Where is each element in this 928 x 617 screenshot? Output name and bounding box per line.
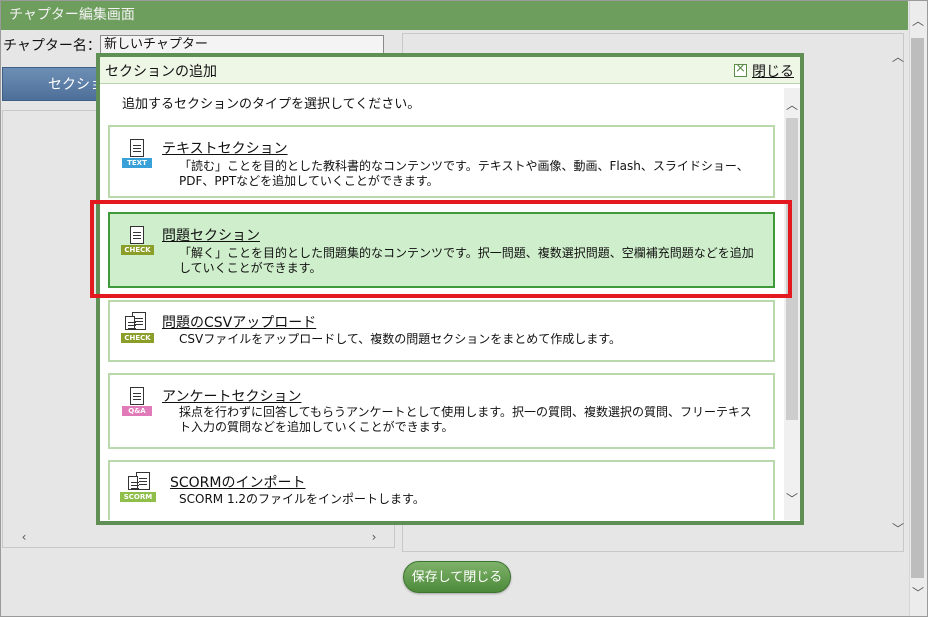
option-text-section[interactable]: TEXT テキストセクション 「読む」ことを目的とした教科書的なコンテンツです。… [108, 125, 775, 198]
option-survey-section[interactable]: Q&A アンケートセクション 採点を行わずに回答してもらうアンケートとして使用し… [108, 373, 775, 449]
main-scroll-down-icon[interactable]: ﹀ [910, 584, 926, 601]
dialog-scroll-down-icon[interactable]: ﹀ [784, 490, 800, 506]
content-scroll-up-icon[interactable]: ︿ [890, 48, 906, 64]
option-title[interactable]: アンケートセクション [162, 386, 301, 406]
option-description: 採点を行わずに回答してもらうアンケートとして使用します。択一の質問、複数選択の質… [179, 405, 752, 434]
option-title[interactable]: テキストセクション [162, 138, 288, 158]
option-title[interactable]: 問題のCSVアップロード [162, 312, 316, 332]
close-link[interactable]: 閉じる [752, 61, 794, 81]
option-title[interactable]: SCORMのインポート [170, 472, 306, 492]
csv-upload-icon: CHECK [121, 333, 154, 343]
main-scrollbar-thumb[interactable] [911, 38, 924, 578]
document-icon [130, 139, 144, 157]
chapter-name-input[interactable]: 新しいチャプター [100, 35, 384, 54]
window-title: チャプター編集画面 [1, 1, 908, 30]
chapter-name-label: チャプター名： [3, 38, 101, 54]
survey-section-icon: Q&A [122, 406, 152, 416]
scroll-right-icon[interactable]: › [366, 530, 382, 546]
scorm-import-icon: SCORM [120, 492, 156, 502]
dialog-title: セクションの追加 [105, 64, 217, 80]
scorm-document-back-icon [128, 476, 139, 490]
main-scroll-up-icon[interactable]: ︿ [910, 12, 926, 29]
close-x-icon[interactable]: × [734, 61, 747, 76]
option-description: 「読む」ことを目的とした教科書的なコンテンツです。テキストや画像、動画、Flas… [179, 159, 749, 188]
scroll-left-icon[interactable]: ‹ [16, 530, 32, 546]
option-csv-upload[interactable]: CHECK 問題のCSVアップロード CSVファイルをアップロードして、複数の問… [108, 300, 775, 362]
option-scorm-import[interactable]: SCORM SCORMのインポート SCORM 1.2のファイルをインポートしま… [108, 460, 775, 520]
survey-document-icon [130, 387, 144, 405]
option-description: CSVファイルをアップロードして、複数の問題セクションをまとめて作成します。 [179, 332, 622, 346]
dialog-instruction: 追加するセクションのタイプを選択してください。 [122, 97, 421, 112]
csv-document-back-icon [125, 316, 136, 330]
content-scroll-down-icon[interactable]: ﹀ [890, 520, 906, 536]
scorm-document-icon [136, 472, 150, 490]
save-and-close-button[interactable]: 保存して閉じる [403, 561, 511, 593]
selection-highlight [90, 200, 792, 298]
dialog-scroll-up-icon[interactable]: ︿ [784, 96, 800, 112]
option-description: SCORM 1.2のファイルをインポートします。 [179, 492, 425, 506]
text-section-icon: TEXT [122, 158, 152, 168]
